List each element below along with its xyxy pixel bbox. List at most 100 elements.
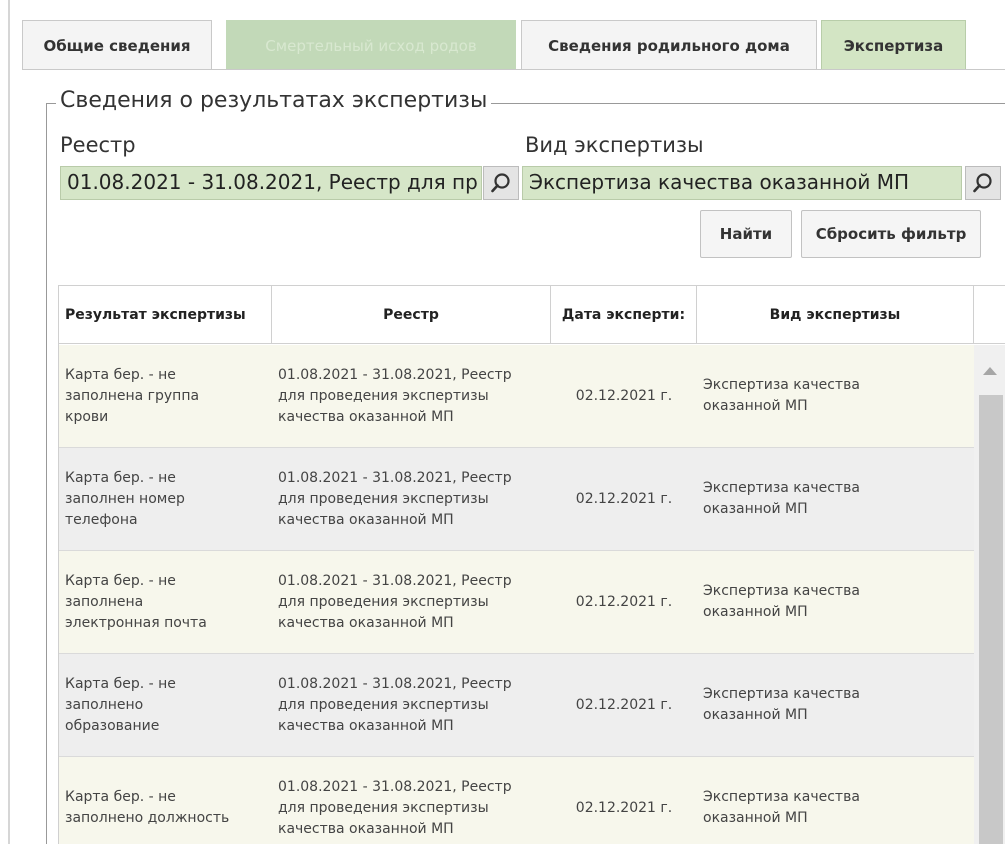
- frame-left-border: [8, 0, 10, 844]
- cell-line: 01.08.2021 - 31.08.2021, Реестр: [278, 469, 512, 486]
- cell-text: 01.08.2021 - 31.08.2021, Реестр для прове…: [278, 468, 512, 531]
- cell-registry: 01.08.2021 - 31.08.2021, Реестр для прове…: [278, 448, 551, 550]
- cell-text: Карта бер. - не заполнена электронная почт…: [65, 571, 207, 634]
- cell-text: 01.08.2021 - 31.08.2021, Реестр для прове…: [278, 777, 512, 840]
- cell-registry: 01.08.2021 - 31.08.2021, Реестр для прове…: [278, 345, 551, 447]
- cell-line: 01.08.2021 - 31.08.2021, Реестр: [278, 675, 512, 692]
- cell-text: 01.08.2021 - 31.08.2021, Реестр для прове…: [278, 674, 512, 737]
- cell-text: 02.12.2021 г.: [576, 798, 672, 819]
- cell-line: 01.08.2021 - 31.08.2021, Реестр: [278, 366, 512, 383]
- cell-text: Экспертиза качества оказанной МП: [703, 684, 860, 726]
- cell-result: Карта бер. - не заполнена электронная почт…: [65, 551, 270, 653]
- cell-line: Экспертиза качества: [703, 480, 860, 496]
- reset-filter-button[interactable]: Сбросить фильтр: [801, 210, 981, 258]
- column-header-spacer: [974, 286, 1005, 344]
- cell-line: телефона: [65, 511, 138, 528]
- expertise-type-input[interactable]: Экспертиза качества оказанной МП: [522, 166, 962, 200]
- cell-line: 02.12.2021 г.: [575, 696, 673, 713]
- cell-line: оказанной МП: [703, 707, 808, 723]
- search-icon: [491, 173, 510, 193]
- tab-bar-divider: [22, 69, 1005, 70]
- vertical-scrollbar[interactable]: [974, 345, 1005, 844]
- cell-line: оказанной МП: [703, 501, 808, 517]
- cell-line: Карта бер. - не: [65, 366, 176, 383]
- cell-date: 02.12.2021 г.: [551, 757, 697, 844]
- fieldset-legend: Сведения о результатах экспертизы: [56, 88, 492, 113]
- cell-registry: 01.08.2021 - 31.08.2021, Реестр для прове…: [278, 551, 551, 653]
- grid-header: Результат экспертизы Реестр Дата эксперт…: [59, 286, 1005, 344]
- cell-line: Экспертиза качества: [703, 686, 860, 702]
- cell-line: Карта бер. - не: [65, 469, 176, 486]
- table-row[interactable]: Карта бер. - не заполнена группа крови 01.0…: [59, 345, 974, 448]
- cell-line: качества оказанной МП: [278, 820, 454, 837]
- fieldset-border-left: [46, 103, 47, 844]
- tab-label: Сведения родильного дома: [548, 36, 790, 55]
- cell-text: 01.08.2021 - 31.08.2021, Реестр для прове…: [278, 365, 512, 428]
- column-header-registry[interactable]: Реестр: [272, 286, 551, 344]
- expertise-type-label: Вид экспертизы: [525, 133, 704, 157]
- table-row[interactable]: Карта бер. - не заполнен номер телефона 01.…: [59, 448, 974, 551]
- scrollbar-thumb[interactable]: [979, 395, 1003, 844]
- cell-line: заполнена группа: [65, 387, 200, 404]
- tab-expertise[interactable]: Экспертиза: [821, 20, 966, 70]
- find-button[interactable]: Найти: [700, 210, 792, 258]
- cell-text: Карта бер. - не заполнено образование: [65, 674, 176, 737]
- cell-text: 02.12.2021 г.: [576, 386, 672, 407]
- tab-label: Экспертиза: [843, 36, 944, 55]
- cell-line: Карта бер. - не: [65, 572, 176, 589]
- cell-result: Карта бер. - не заполнено должность: [65, 757, 270, 844]
- cell-line: качества оказанной МП: [278, 717, 454, 734]
- expertise-type-search-button[interactable]: [965, 166, 1001, 200]
- cell-text: 01.08.2021 - 31.08.2021, Реестр для прове…: [278, 571, 512, 634]
- cell-line: оказанной МП: [703, 398, 808, 414]
- cell-line: качества оказанной МП: [278, 511, 454, 528]
- cell-line: для проведения экспертизы: [278, 387, 489, 404]
- cell-line: качества оказанной МП: [278, 408, 454, 425]
- cell-text: Экспертиза качества оказанной МП: [703, 581, 860, 623]
- cell-text: Карта бер. - не заполнено должность: [65, 787, 229, 829]
- cell-line: для проведения экспертизы: [278, 799, 489, 816]
- cell-line: заполнено: [65, 696, 144, 713]
- registry-search-button[interactable]: [483, 166, 519, 200]
- cell-result: Карта бер. - не заполнена группа крови: [65, 345, 270, 447]
- cell-text: 02.12.2021 г.: [576, 592, 672, 613]
- cell-text: Экспертиза качества оказанной МП: [703, 787, 860, 829]
- tab-general-info[interactable]: Общие сведения: [22, 20, 212, 70]
- cell-line: оказанной МП: [703, 604, 808, 620]
- cell-line: Экспертиза качества: [703, 789, 860, 805]
- cell-type: Экспертиза качества оказанной МП: [703, 757, 974, 844]
- results-grid: Результат экспертизы Реестр Дата эксперт…: [58, 285, 1005, 844]
- cell-type: Экспертиза качества оказанной МП: [703, 448, 974, 550]
- table-row[interactable]: Карта бер. - не заполнена электронная почт…: [59, 551, 974, 654]
- registry-input[interactable]: 01.08.2021 - 31.08.2021, Реестр для пр: [60, 166, 482, 200]
- cell-line: крови: [65, 408, 109, 425]
- cell-line: качества оказанной МП: [278, 614, 454, 631]
- tab-maternity-info[interactable]: Сведения родильного дома: [521, 20, 817, 70]
- cell-text: Экспертиза качества оказанной МП: [703, 375, 860, 417]
- cell-text: 02.12.2021 г.: [576, 489, 672, 510]
- column-header-result[interactable]: Результат экспертизы: [59, 286, 272, 344]
- tab-label: Общие сведения: [43, 36, 191, 55]
- cell-line: заполнен номер: [65, 490, 185, 507]
- cell-line: заполнена: [65, 593, 144, 610]
- cell-text: Карта бер. - не заполнена группа крови: [65, 365, 199, 428]
- registry-label: Реестр: [60, 133, 136, 157]
- table-row[interactable]: Карта бер. - не заполнено должность 01.08.…: [59, 757, 974, 844]
- cell-type: Экспертиза качества оказанной МП: [703, 345, 974, 447]
- scroll-up-arrow-icon[interactable]: [983, 367, 997, 375]
- column-header-type[interactable]: Вид экспертизы: [697, 286, 974, 344]
- column-header-date[interactable]: Дата эксперти:: [551, 286, 697, 344]
- cell-line: 01.08.2021 - 31.08.2021, Реестр: [278, 778, 512, 795]
- cell-line: электронная почта: [65, 614, 207, 631]
- tab-death-outcome[interactable]: Смертельный исход родов: [226, 20, 516, 70]
- tab-label: Смертельный исход родов: [265, 36, 477, 55]
- cell-date: 02.12.2021 г.: [551, 345, 697, 447]
- cell-date: 02.12.2021 г.: [551, 551, 697, 653]
- cell-line: 02.12.2021 г.: [575, 490, 673, 507]
- table-row[interactable]: Карта бер. - не заполнено образование 01.08…: [59, 654, 974, 757]
- cell-line: заполнено должность: [65, 810, 230, 826]
- cell-type: Экспертиза качества оказанной МП: [703, 551, 974, 653]
- cell-line: Карта бер. - не: [65, 789, 176, 805]
- cell-date: 02.12.2021 г.: [551, 654, 697, 756]
- cell-line: оказанной МП: [703, 810, 808, 826]
